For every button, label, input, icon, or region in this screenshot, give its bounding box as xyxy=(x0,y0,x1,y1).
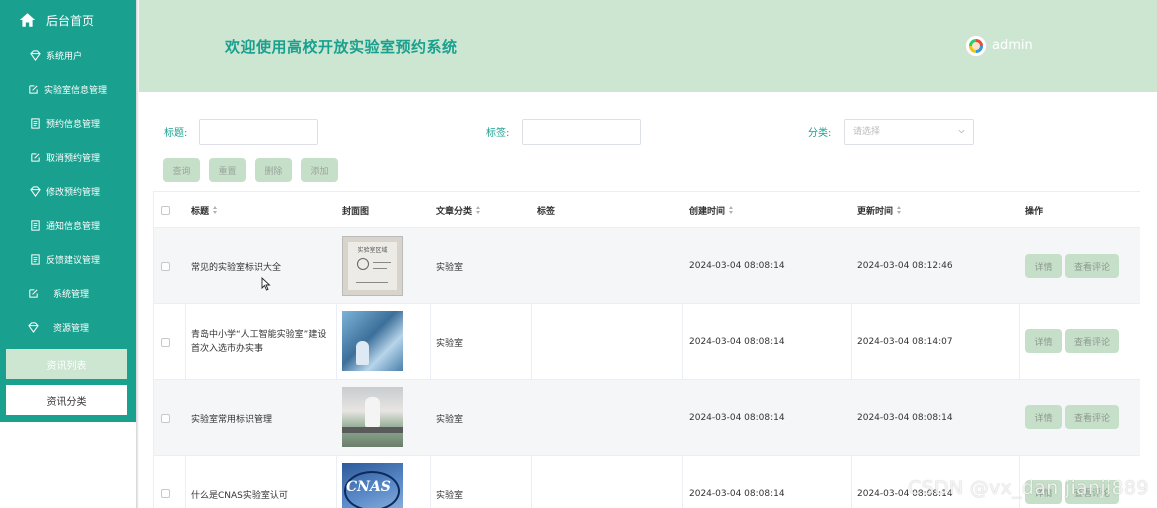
sidebar-item-label: 系统用户 xyxy=(46,51,83,62)
row-title: 什么是CNAS实验室认可 xyxy=(191,490,288,501)
sidebar-home-label: 后台首页 xyxy=(46,13,95,28)
news-table: 标题 封面图 文章分类 标签 创建时间 更新时间 操作 常见的实验室标识大全 实… xyxy=(153,191,1140,508)
watermark: CSDN @vx_dan jianji889 xyxy=(908,477,1149,499)
row-created: 2024-03-04 08:08:14 xyxy=(689,489,785,499)
sidebar-subitem-news-category[interactable]: 资讯分类 xyxy=(6,385,127,415)
row-checkbox[interactable] xyxy=(161,414,170,423)
row-checkbox[interactable] xyxy=(161,262,170,271)
edit-icon xyxy=(28,84,39,95)
sidebar-item-label: 取消预约管理 xyxy=(46,153,101,164)
column-header-category[interactable]: 文章分类 xyxy=(436,192,481,228)
avatar[interactable] xyxy=(965,35,987,57)
sort-icon[interactable] xyxy=(897,206,902,214)
column-header-title[interactable]: 标题 xyxy=(191,192,218,228)
document-icon xyxy=(30,219,41,231)
table-header: 标题 封面图 文章分类 标签 创建时间 更新时间 操作 xyxy=(154,192,1140,228)
edit-icon xyxy=(28,288,39,299)
document-icon xyxy=(30,253,41,265)
sidebar-item-resource-management[interactable]: 资源管理 xyxy=(0,313,136,341)
username[interactable]: admin xyxy=(992,38,1033,53)
sidebar-home-link[interactable]: 后台首页 xyxy=(0,5,136,35)
cover-image: 实验室区域 xyxy=(342,236,403,296)
row-title: 实验室常用标识管理 xyxy=(191,414,273,425)
tag-filter-label: 标签: xyxy=(486,128,510,139)
sidebar-item-label: 预约信息管理 xyxy=(46,119,101,130)
cover-image xyxy=(342,387,403,447)
column-header-cover: 封面图 xyxy=(342,206,370,217)
table-row: 常见的实验室标识大全 实验室区域 实验室 2024-03-04 08:08:14… xyxy=(154,228,1140,304)
column-header-actions: 操作 xyxy=(1025,206,1044,217)
title-filter-label: 标题: xyxy=(164,128,188,139)
column-header-updated[interactable]: 更新时间 xyxy=(857,192,902,228)
row-category: 实验室 xyxy=(436,414,464,425)
row-created: 2024-03-04 08:08:14 xyxy=(689,261,785,271)
sidebar-item-notice-info[interactable]: 通知信息管理 xyxy=(0,211,136,239)
row-created: 2024-03-04 08:08:14 xyxy=(689,413,785,423)
category-filter-select[interactable]: 请选择 xyxy=(844,119,974,145)
sidebar-item-lab-info[interactable]: 实验室信息管理 xyxy=(0,75,136,103)
sidebar-item-system-users[interactable]: 系统用户 xyxy=(0,41,136,69)
sidebar-menu: 后台首页 系统用户 实验室信息管理 预约信息管理 取消预约管理 修改预约管理 通… xyxy=(0,0,136,422)
sidebar-item-label: 通知信息管理 xyxy=(46,221,101,232)
cover-image xyxy=(342,311,403,371)
sidebar-item-label: 修改预约管理 xyxy=(46,187,101,198)
sidebar-item-feedback[interactable]: 反馈建议管理 xyxy=(0,245,136,273)
detail-button[interactable]: 详情 xyxy=(1025,405,1062,429)
row-created: 2024-03-04 08:08:14 xyxy=(689,337,785,347)
sort-icon[interactable] xyxy=(476,206,481,214)
row-checkbox[interactable] xyxy=(161,489,170,498)
detail-button[interactable]: 详情 xyxy=(1025,254,1062,278)
tag-filter-input[interactable] xyxy=(522,119,641,145)
cover-image: CNAS xyxy=(342,463,403,508)
query-button[interactable]: 查询 xyxy=(163,158,200,182)
cover-text: 实验室区域 xyxy=(357,247,388,254)
column-header-tag: 标签 xyxy=(537,206,556,217)
sidebar-item-cancel-booking[interactable]: 取消预约管理 xyxy=(0,143,136,171)
sidebar-subitem-news-list[interactable]: 资讯列表 xyxy=(6,349,127,379)
sidebar: 后台首页 系统用户 实验室信息管理 预约信息管理 取消预约管理 修改预约管理 通… xyxy=(0,0,136,508)
view-comments-button[interactable]: 查看评论 xyxy=(1065,405,1119,429)
category-filter-label: 分类: xyxy=(808,128,832,139)
sidebar-item-booking-info[interactable]: 预约信息管理 xyxy=(0,109,136,137)
row-updated: 2024-03-04 08:14:07 xyxy=(857,337,953,347)
category-select-placeholder: 请选择 xyxy=(853,127,881,137)
row-title: 常见的实验室标识大全 xyxy=(191,262,282,273)
document-icon xyxy=(30,117,41,129)
column-header-created[interactable]: 创建时间 xyxy=(689,192,734,228)
table-row: 青岛中小学“人工智能实验室”建设首次入选市办实事 实验室 2024-03-04 … xyxy=(154,304,1140,380)
view-comments-button[interactable]: 查看评论 xyxy=(1065,329,1119,353)
sidebar-item-system-management[interactable]: 系统管理 xyxy=(0,279,136,307)
select-all-checkbox[interactable] xyxy=(161,206,170,215)
row-category: 实验室 xyxy=(436,262,464,273)
diamond-icon xyxy=(28,321,39,333)
page-title: 欢迎使用高校开放实验室预约系统 xyxy=(225,38,458,56)
top-header: 欢迎使用高校开放实验室预约系统 admin xyxy=(139,0,1157,92)
row-checkbox[interactable] xyxy=(161,338,170,347)
row-updated: 2024-03-04 08:12:46 xyxy=(857,261,953,271)
row-updated: 2024-03-04 08:08:14 xyxy=(857,413,953,423)
mouse-cursor-icon xyxy=(261,277,271,291)
row-category: 实验室 xyxy=(436,490,464,501)
detail-button[interactable]: 详情 xyxy=(1025,329,1062,353)
sidebar-item-label: 反馈建议管理 xyxy=(46,255,101,266)
delete-button[interactable]: 删除 xyxy=(255,158,292,182)
edit-icon xyxy=(30,152,41,163)
sidebar-item-modify-booking[interactable]: 修改预约管理 xyxy=(0,177,136,205)
sidebar-item-label: 系统管理 xyxy=(53,289,90,300)
table-row: 实验室常用标识管理 实验室 2024-03-04 08:08:14 2024-0… xyxy=(154,380,1140,456)
row-title: 青岛中小学“人工智能实验室”建设首次入选市办实事 xyxy=(191,330,327,354)
view-comments-button[interactable]: 查看评论 xyxy=(1065,254,1119,278)
sort-icon[interactable] xyxy=(729,206,734,214)
sidebar-item-label: 资源管理 xyxy=(53,323,90,334)
sort-icon[interactable] xyxy=(213,206,218,214)
home-icon xyxy=(19,13,36,27)
add-button[interactable]: 添加 xyxy=(301,158,338,182)
row-category: 实验室 xyxy=(436,338,464,349)
sidebar-item-label: 实验室信息管理 xyxy=(44,85,108,96)
diamond-icon xyxy=(30,185,41,197)
diamond-icon xyxy=(30,49,41,61)
title-filter-input[interactable] xyxy=(199,119,318,145)
reset-button[interactable]: 重置 xyxy=(209,158,246,182)
chevron-down-icon xyxy=(958,129,965,134)
